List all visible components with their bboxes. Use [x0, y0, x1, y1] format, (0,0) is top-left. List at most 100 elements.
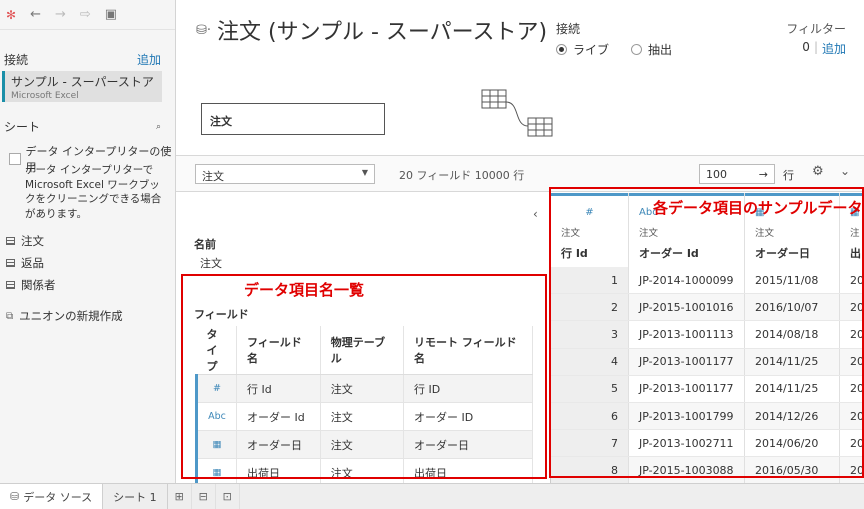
column-header[interactable]: 物理テーブル: [320, 326, 405, 375]
sheet-label: 注文: [21, 234, 44, 248]
interpreter-checkbox[interactable]: [9, 153, 21, 165]
connection-type-label: 接続: [556, 22, 581, 36]
extract-label: 抽出: [648, 43, 673, 57]
back-icon[interactable]: ←: [30, 7, 41, 22]
page-title[interactable]: 注文 (サンプル - スーパーストア): [217, 14, 547, 46]
fields-list-annotation-label: データ項目名一覧: [244, 281, 365, 299]
column-name: オーダー Id: [639, 247, 699, 260]
field-row-count: 20 フィールド 10000 行: [399, 169, 525, 182]
column-header[interactable]: タイプ: [196, 326, 237, 375]
row-id-cell: 6: [551, 402, 629, 430]
physical-table-cell: 注文: [320, 402, 405, 431]
forward-icon[interactable]: →: [55, 7, 66, 22]
new-dashboard-icon[interactable]: ⊟: [192, 484, 216, 509]
new-union-label: ユニオンの新規作成: [19, 309, 123, 323]
sample-data-annotation-label: 各データ項目のサンプルデータ: [653, 199, 863, 217]
grid-row[interactable]: 4 JP-2013-1001177 2014/11/25 20: [551, 348, 864, 376]
relationship-diagram-icon: [481, 89, 553, 137]
add-connection-link[interactable]: 追加: [137, 51, 161, 68]
grid-column-header[interactable]: # 注文 行 Id: [551, 193, 629, 267]
live-radio[interactable]: ライブ: [556, 41, 609, 58]
grid-cell: JP-2013-1002711: [629, 430, 745, 457]
connection-item[interactable]: サンプル - スーパーストア Microsoft Excel: [2, 71, 162, 102]
table-row[interactable]: ▦ オーダー日 注文 オーダー日: [195, 430, 533, 459]
remote-field-cell: オーダー ID: [403, 402, 533, 431]
column-header[interactable]: リモート フィールド名: [403, 326, 533, 375]
filter-label: フィルター: [786, 22, 846, 36]
bottom-tab-bar: ⛁ データ ソース シート 1 ⊞ ⊟ ⊡: [0, 483, 864, 509]
grid-cell: 2015/11/08: [745, 267, 840, 294]
sheet-item-people[interactable]: 関係者: [6, 277, 56, 293]
grid-cell: 2014/11/25: [745, 375, 840, 402]
live-label: ライブ: [573, 43, 610, 57]
number-type-icon[interactable]: #: [561, 207, 618, 221]
grid-row[interactable]: 1 JP-2014-1000099 2015/11/08 20: [551, 267, 864, 295]
connection-name: サンプル - スーパーストア: [11, 75, 154, 89]
grid-cell: JP-2015-1003088: [629, 457, 745, 483]
chevron-down-icon[interactable]: ⌄: [840, 164, 850, 178]
sheet-item-returns[interactable]: 返品: [6, 255, 44, 271]
datasource-icon: ⛁: [10, 490, 20, 503]
row-id-cell: 5: [551, 375, 629, 402]
field-name-cell[interactable]: オーダー日: [236, 430, 321, 459]
row-id-cell: 3: [551, 321, 629, 348]
canvas-table-box[interactable]: 注文: [201, 103, 385, 135]
column-name: 行 Id: [561, 247, 588, 260]
row-limit-input[interactable]: 100 →: [699, 164, 775, 184]
string-type-icon[interactable]: Abc: [195, 402, 237, 431]
tableau-logo-icon[interactable]: ✻: [6, 8, 16, 22]
grid-row[interactable]: 7 JP-2013-1002711 2014/06/20 20: [551, 430, 864, 458]
connection-type: Microsoft Excel: [11, 91, 79, 101]
grid-cell: JP-2014-1000099: [629, 267, 745, 294]
table-header-row: タイプ フィールド名 物理テーブル リモート フィールド名: [196, 326, 533, 375]
gear-icon[interactable]: ⚙: [812, 164, 824, 179]
grid-row[interactable]: 6 JP-2013-1001799 2014/12/26 20: [551, 402, 864, 431]
connection-type-group: 接続 ライブ 抽出: [556, 20, 672, 58]
extract-radio[interactable]: 抽出: [631, 41, 672, 58]
database-icon: ⛁·: [196, 22, 212, 38]
save-icon[interactable]: ▣: [105, 7, 117, 22]
sheets-header: シート ⌕: [0, 118, 175, 135]
column-table: 注: [850, 228, 860, 239]
add-filter-link[interactable]: 追加: [822, 40, 846, 57]
interpreter-description: データ インタープリターで Microsoft Excel ワークブックをクリー…: [25, 164, 162, 220]
radio-icon: [631, 44, 643, 55]
collapse-panel-icon[interactable]: ‹: [533, 207, 538, 221]
tab-datasource[interactable]: ⛁ データ ソース: [0, 484, 104, 509]
grid-row[interactable]: 8 JP-2015-1003088 2016/05/30 20: [551, 457, 864, 483]
arrow-right-icon[interactable]: →: [759, 168, 768, 181]
grid-cell: 20: [840, 376, 864, 402]
table-select[interactable]: 注文 ▼: [195, 164, 375, 184]
grid-cell: 2014/08/18: [745, 321, 840, 348]
refresh-icon[interactable]: ⇨: [80, 7, 91, 22]
row-id-cell: 2: [551, 294, 629, 321]
table-row[interactable]: Abc オーダー Id 注文 オーダー ID: [195, 402, 533, 431]
fields-label: フィールド: [194, 308, 249, 321]
tab-sheet1-label: シート 1: [113, 490, 157, 504]
sheet-search-icon[interactable]: ⌕: [156, 122, 161, 132]
filter-count: 0: [802, 40, 810, 54]
column-header[interactable]: フィールド名: [236, 326, 321, 375]
column-name: 出: [850, 247, 861, 260]
grid-row[interactable]: 2 JP-2015-1001016 2016/10/07 20: [551, 294, 864, 322]
tab-sheet1[interactable]: シート 1: [103, 484, 168, 509]
grid-row[interactable]: 5 JP-2013-1001177 2014/11/25 20: [551, 375, 864, 403]
table-row[interactable]: # 行 Id 注文 行 ID: [195, 374, 533, 403]
grid-row[interactable]: 3 JP-2013-1001113 2014/08/18 20: [551, 321, 864, 349]
grid-body: 1 JP-2014-1000099 2015/11/08 20 2 JP-201…: [551, 267, 864, 483]
date-type-icon[interactable]: ▦: [195, 430, 237, 459]
new-union-item[interactable]: ⧉ ユニオンの新規作成: [6, 308, 123, 324]
grid-cell: 20: [840, 321, 864, 347]
row-id-cell: 8: [551, 457, 629, 483]
sheet-item-orders[interactable]: 注文: [6, 233, 44, 249]
field-name-cell[interactable]: オーダー Id: [236, 402, 321, 431]
table-icon: [6, 259, 15, 267]
number-type-icon[interactable]: #: [195, 374, 237, 403]
field-name-cell[interactable]: 行 Id: [236, 374, 321, 403]
new-story-icon[interactable]: ⊡: [216, 484, 240, 509]
field-table: タイプ フィールド名 物理テーブル リモート フィールド名 # 行 Id 注文 …: [195, 326, 533, 487]
name-value: 注文: [200, 257, 222, 270]
new-worksheet-icon[interactable]: ⊞: [168, 484, 192, 509]
left-panel: ✻ ← → ⇨ ▣ 接続 追加 サンプル - スーパーストア Microsoft…: [0, 0, 176, 483]
grid-cell: 2014/12/26: [745, 402, 840, 430]
